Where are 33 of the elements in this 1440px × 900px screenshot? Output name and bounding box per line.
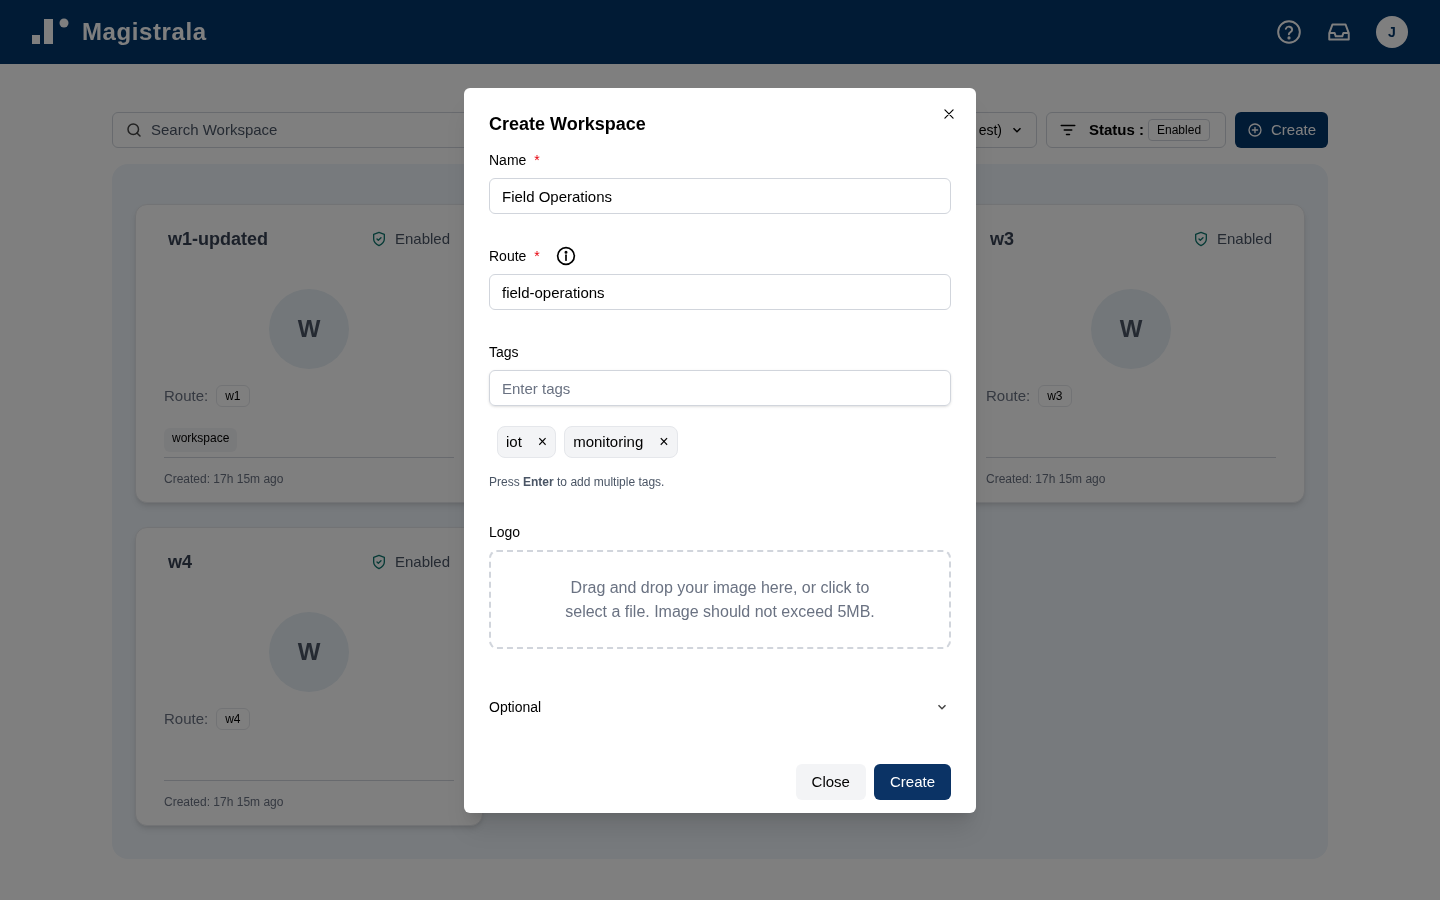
field-label: Name	[489, 151, 527, 170]
dialog-title: Create Workspace	[489, 113, 647, 136]
workspace-avatar: W	[269, 612, 349, 692]
tags-hint: Press Enter to add multiple tags.	[489, 474, 666, 490]
filter-value: Enabled	[1148, 119, 1211, 141]
route-value: w1	[216, 385, 250, 408]
tag: workspace	[164, 427, 238, 452]
route-value: w4	[216, 708, 250, 731]
field-label: Route	[489, 247, 527, 266]
created-time: Created: 17h 15m ago	[164, 472, 284, 486]
status-label: Enabled	[1216, 228, 1272, 249]
route-label: Route:	[986, 386, 1031, 406]
workspace-name: w4	[168, 551, 192, 574]
required-mark: *	[534, 151, 540, 170]
status-label: Enabled	[394, 228, 450, 249]
status-label: Enabled	[394, 551, 450, 572]
required-mark: *	[534, 247, 540, 266]
tag-chip-label: monitoring	[573, 431, 644, 452]
dropzone-text: Drag and drop your image here, or click to select a file. Image should not exceed 5MB.	[564, 577, 876, 622]
route-label: Route:	[164, 386, 209, 406]
created-time: Created: 17h 15m ago	[986, 472, 1106, 486]
tag-chip-label: iot	[506, 431, 522, 452]
filter-label: Status :	[1089, 119, 1144, 140]
created-time: Created: 17h 15m ago	[164, 795, 284, 809]
workspace-avatar: W	[269, 289, 349, 369]
field-label: Logo	[489, 523, 521, 542]
workspace-avatar: W	[1091, 289, 1171, 369]
field-label: Tags	[489, 343, 519, 362]
route-label: Route:	[164, 709, 209, 729]
workspace-name: w3	[990, 228, 1014, 251]
workspace-name: w1-updated	[168, 228, 268, 251]
route-value: w3	[1038, 385, 1072, 408]
logo-text: Magistrala	[82, 17, 207, 47]
